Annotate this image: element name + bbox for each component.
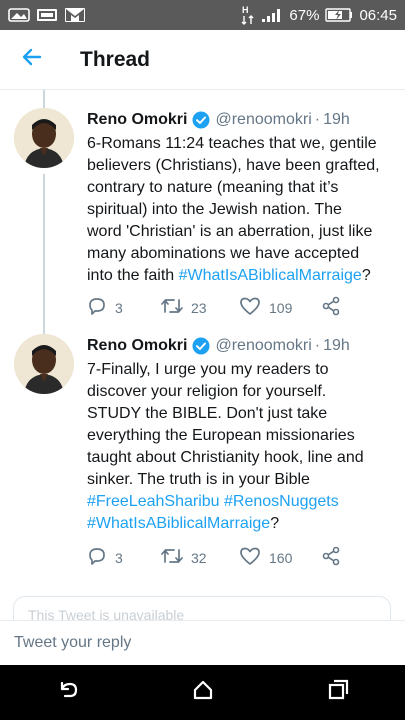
separator-dot: · bbox=[314, 337, 321, 354]
retweet-button[interactable]: 32 bbox=[161, 546, 239, 570]
tweet-text-line: spiritual) into the Jewish nation. The bbox=[87, 201, 342, 218]
home-nav-icon bbox=[191, 678, 215, 707]
clock: 06:45 bbox=[359, 6, 397, 24]
battery-percent: 67% bbox=[289, 6, 320, 24]
quoted-tweet-text: This Tweet is unavailable bbox=[28, 607, 185, 620]
like-count: 109 bbox=[269, 300, 293, 316]
hashtag-link[interactable]: #WhatIsABiblicalMarraige bbox=[179, 267, 362, 284]
tweet-header: Reno Omokri @renoomokri · 19h bbox=[87, 108, 397, 132]
retweet-count: 32 bbox=[191, 550, 207, 566]
share-icon bbox=[321, 546, 341, 571]
tweet-time[interactable]: 19h bbox=[323, 111, 350, 129]
thread-connector bbox=[43, 90, 45, 108]
reply-icon bbox=[87, 296, 107, 321]
author-name[interactable]: Reno Omokri bbox=[87, 337, 187, 355]
nav-home-button[interactable] bbox=[173, 669, 233, 717]
gallery-icon bbox=[8, 7, 30, 23]
heart-icon bbox=[239, 546, 261, 571]
reply-button[interactable]: 3 bbox=[87, 546, 161, 570]
retweet-button[interactable]: 23 bbox=[161, 296, 239, 320]
verified-badge-icon bbox=[192, 337, 210, 355]
battery-icon bbox=[325, 7, 353, 23]
retweet-icon bbox=[161, 546, 183, 571]
tweet-text-fragment: ? bbox=[270, 515, 280, 532]
page-title: Thread bbox=[80, 47, 151, 71]
hashtag-link[interactable]: #FreeLeahSharibu bbox=[87, 493, 220, 510]
arrow-left-icon bbox=[20, 45, 44, 74]
avatar[interactable] bbox=[14, 108, 74, 168]
tweet-content: Reno Omokri @renoomokri · 19h 7-Finally,… bbox=[87, 334, 397, 535]
tweet-text-line: many abominations we have accepted bbox=[87, 245, 360, 262]
m-logo-icon bbox=[64, 7, 86, 23]
tweet[interactable]: Reno Omokri @renoomokri · 19h 6-Romans 1… bbox=[0, 108, 405, 344]
tweet-text-line: #FreeLeahSharibu #RenosNuggets bbox=[87, 491, 397, 513]
reply-count: 3 bbox=[115, 550, 123, 566]
tweet-time[interactable]: 19h bbox=[323, 337, 350, 355]
author-name[interactable]: Reno Omokri bbox=[87, 111, 187, 129]
system-nav-bar bbox=[0, 665, 405, 720]
tweet-actions: 3 23 109 bbox=[87, 296, 341, 320]
hashtag-link[interactable]: #WhatIsABiblicalMarraige bbox=[87, 515, 270, 532]
thread-connector bbox=[43, 174, 45, 344]
app-header: Thread bbox=[0, 30, 405, 90]
like-button[interactable]: 160 bbox=[239, 546, 321, 570]
tweet-text-line: into the faith #WhatIsABiblicalMarraige? bbox=[87, 265, 397, 287]
verified-badge-icon bbox=[192, 111, 210, 129]
tweet-text-fragment: ? bbox=[361, 267, 371, 284]
tweet-content: Reno Omokri @renoomokri · 19h 6-Romans 1… bbox=[87, 108, 397, 287]
reply-button[interactable]: 3 bbox=[87, 296, 161, 320]
tweet-text-fragment: into the faith bbox=[87, 267, 179, 284]
status-bar: H 67% 06:45 bbox=[0, 0, 405, 30]
retweet-icon bbox=[161, 296, 183, 321]
tweet-text-line: everything the European missionaries bbox=[87, 427, 355, 444]
separator-dot: · bbox=[314, 111, 321, 128]
tweet-text-line: word 'Christian' is an aberration, just … bbox=[87, 223, 373, 240]
tweet-text: 7-Finally, I urge you my readers to disc… bbox=[87, 359, 397, 535]
tweet-text-line: STUDY the BIBLE. Don't just take bbox=[87, 405, 328, 422]
tweet-header: Reno Omokri @renoomokri · 19h bbox=[87, 334, 397, 358]
back-nav-icon bbox=[56, 678, 80, 707]
signal-icon bbox=[261, 7, 283, 23]
tweet-actions: 3 32 160 bbox=[87, 546, 341, 570]
tweet-text-line: discover your religion for yourself. bbox=[87, 383, 327, 400]
author-handle[interactable]: @renoomokri bbox=[215, 337, 311, 355]
author-handle[interactable]: @renoomokri bbox=[215, 111, 311, 129]
like-count: 160 bbox=[269, 550, 293, 566]
reply-icon bbox=[87, 546, 107, 571]
avatar[interactable] bbox=[14, 334, 74, 394]
nav-back-button[interactable] bbox=[38, 669, 98, 717]
like-button[interactable]: 109 bbox=[239, 296, 321, 320]
reply-input[interactable]: Tweet your reply bbox=[0, 620, 405, 665]
image-icon bbox=[36, 7, 58, 23]
tweet[interactable]: Reno Omokri @renoomokri · 19h 7-Finally,… bbox=[0, 334, 405, 584]
nav-recents-button[interactable] bbox=[308, 669, 368, 717]
quoted-tweet-card[interactable]: This Tweet is unavailable bbox=[13, 596, 391, 620]
tweet-text: 6-Romans 11:24 teaches that we, gentile … bbox=[87, 133, 397, 287]
data-transfer-icon: H bbox=[241, 5, 255, 25]
reply-count: 3 bbox=[115, 300, 123, 316]
tweet-text-line: sinker. The truth is in your Bible bbox=[87, 471, 310, 488]
tweet-text-line: believers (Christians), have been grafte… bbox=[87, 157, 380, 174]
retweet-count: 23 bbox=[191, 300, 207, 316]
tweet-text-line: 7-Finally, I urge you my readers to bbox=[87, 361, 329, 378]
tweet-text-line: 6-Romans 11:24 teaches that we, gentile bbox=[87, 135, 377, 152]
svg-text:H: H bbox=[242, 5, 249, 15]
share-button[interactable] bbox=[321, 296, 341, 320]
tweet-text-line: #WhatIsABiblicalMarraige? bbox=[87, 513, 397, 535]
hashtag-link[interactable]: #RenosNuggets bbox=[224, 493, 339, 510]
share-icon bbox=[321, 296, 341, 321]
tweet-text-line: contrary to nature (meaning that it’s bbox=[87, 179, 339, 196]
heart-icon bbox=[239, 296, 261, 321]
share-button[interactable] bbox=[321, 546, 341, 570]
back-button[interactable] bbox=[8, 36, 56, 84]
recents-nav-icon bbox=[326, 678, 350, 707]
tweet-text-line: taught about Christianity hook, line and bbox=[87, 449, 364, 466]
thread-timeline[interactable]: Reno Omokri @renoomokri · 19h 6-Romans 1… bbox=[0, 90, 405, 620]
reply-placeholder: Tweet your reply bbox=[14, 634, 132, 651]
